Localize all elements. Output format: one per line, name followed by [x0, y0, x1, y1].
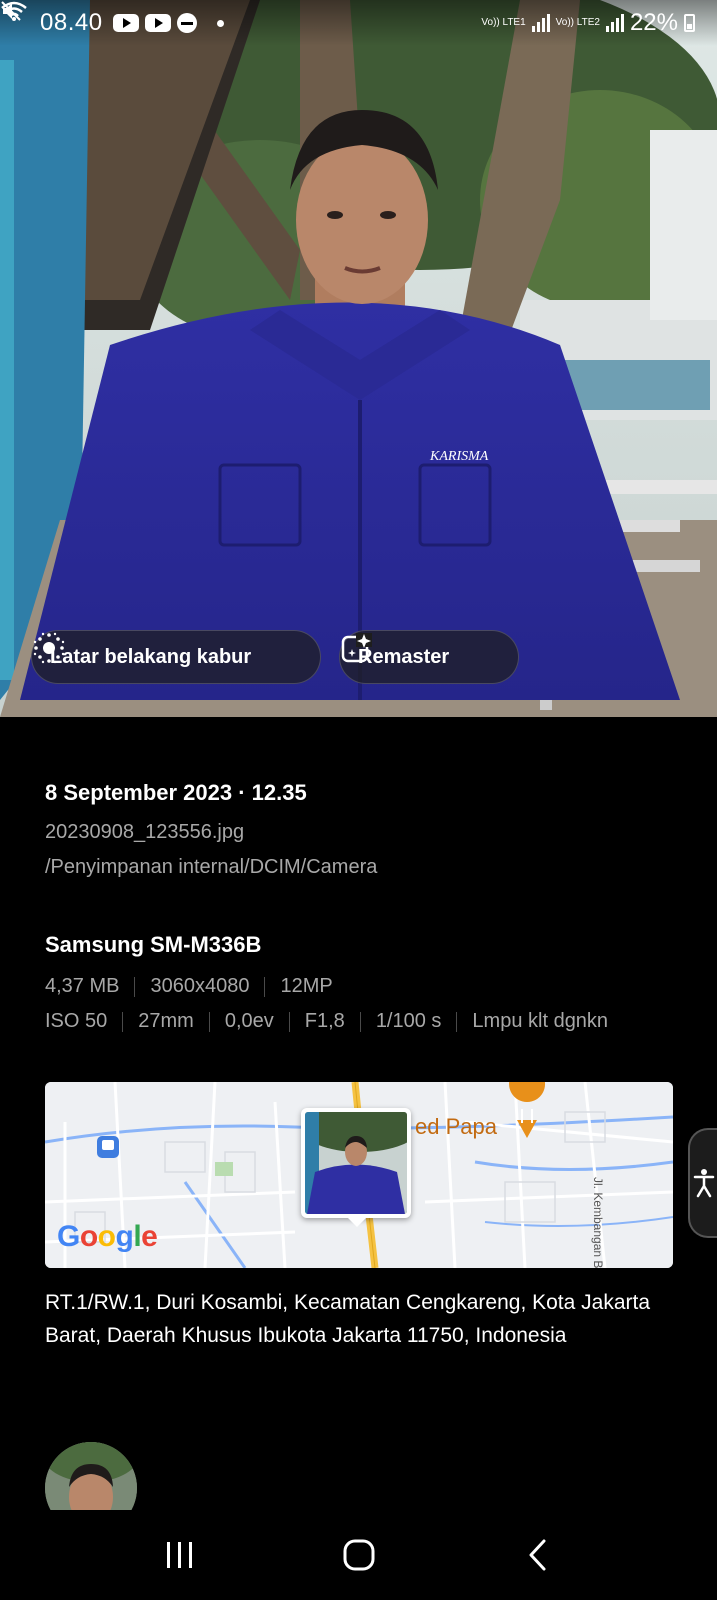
divider	[208, 1011, 210, 1032]
file-name: 20230908_123556.jpg	[45, 821, 245, 843]
status-bar: 08.40 Vo)) LTE1 Vo)) LTE2 22%	[0, 0, 717, 46]
camera-specs-row: ISO 50 27mm 0,0ev F1,8 1/100 s Lmpu klt …	[45, 1010, 675, 1033]
recents-button[interactable]	[150, 1525, 210, 1585]
youtube-icon	[144, 14, 171, 32]
map-poi-label: ed Papa	[415, 1114, 497, 1139]
camera-device: Samsung SM-M336B	[45, 932, 262, 957]
home-button[interactable]	[329, 1525, 389, 1585]
map-photo-marker[interactable]	[301, 1108, 411, 1227]
back-button[interactable]	[508, 1525, 568, 1585]
divider	[456, 1011, 458, 1032]
dnd-icon	[176, 13, 197, 33]
wifi-icon	[1, 1, 27, 21]
remaster-button[interactable]: Remaster	[339, 630, 519, 684]
iso: ISO 50	[45, 1010, 108, 1032]
sim2-network-label: Vo)) LTE2	[555, 17, 600, 28]
shirt-logo-text: KARISMA	[429, 449, 489, 464]
photo-image: KARISMA	[0, 0, 717, 717]
back-icon	[529, 1539, 545, 1571]
file-path: /Penyimpanan internal/DCIM/Camera	[45, 856, 378, 878]
signal-icon	[531, 14, 550, 32]
location-map[interactable]: ed Papa Jl. Kembangan Baru Google	[45, 1082, 673, 1268]
divider	[134, 976, 136, 997]
thumbnail-image	[305, 1112, 407, 1214]
file-size: 4,37 MB	[45, 975, 120, 997]
home-icon	[343, 1539, 374, 1571]
map-photo-thumbnail	[305, 1112, 407, 1214]
dot-icon	[216, 19, 224, 27]
divider	[122, 1011, 124, 1032]
accessibility-icon	[693, 1169, 715, 1198]
map-street-label: Jl. Kembangan Baru	[591, 1177, 605, 1268]
background-blur-label: Latar belakang kabur	[50, 645, 252, 668]
signal-icon	[605, 14, 624, 32]
blur-icon	[33, 632, 65, 664]
sim1-network-label: Vo)) LTE1	[481, 17, 526, 28]
battery-percent: 22%	[629, 9, 678, 36]
accessibility-button[interactable]	[688, 1128, 717, 1238]
background-blur-button[interactable]: Latar belakang kabur	[31, 630, 321, 684]
remaster-sparkle-icon	[341, 633, 372, 663]
shutter-speed: 1/100 s	[375, 1010, 442, 1032]
location-address: RT.1/RW.1, Duri Kosambi, Kecamatan Cengk…	[45, 1291, 651, 1347]
focal-length: 27mm	[138, 1010, 194, 1032]
divider	[264, 976, 266, 997]
system-icons: Vo)) LTE1 Vo)) LTE2 22%	[1, 1, 695, 37]
exposure-value: 0,0ev	[224, 1010, 274, 1032]
file-specs-row: 4,37 MB 3060x4080 12MP	[45, 975, 675, 998]
divider	[288, 1011, 290, 1032]
status-time: 08.40	[40, 9, 103, 36]
google-logo: Google	[57, 1220, 158, 1253]
aperture: F1,8	[304, 1010, 345, 1032]
resolution: 3060x4080	[150, 975, 250, 997]
battery-icon	[684, 14, 695, 32]
megapixels: 12MP	[280, 975, 333, 997]
navigation-bar	[0, 1510, 717, 1600]
recents-icon	[166, 1542, 192, 1568]
notification-icons	[112, 13, 224, 33]
photo-viewer[interactable]: KARISMA 08.40 Vo)) LTE1 Vo)) LTE2 22% La…	[0, 0, 717, 717]
divider	[359, 1011, 361, 1032]
flash-mode: Lmpu klt dgnkn	[472, 1010, 609, 1032]
photo-date-time: 8 September 2023 · 12.35	[45, 780, 307, 805]
youtube-icon	[112, 14, 139, 32]
